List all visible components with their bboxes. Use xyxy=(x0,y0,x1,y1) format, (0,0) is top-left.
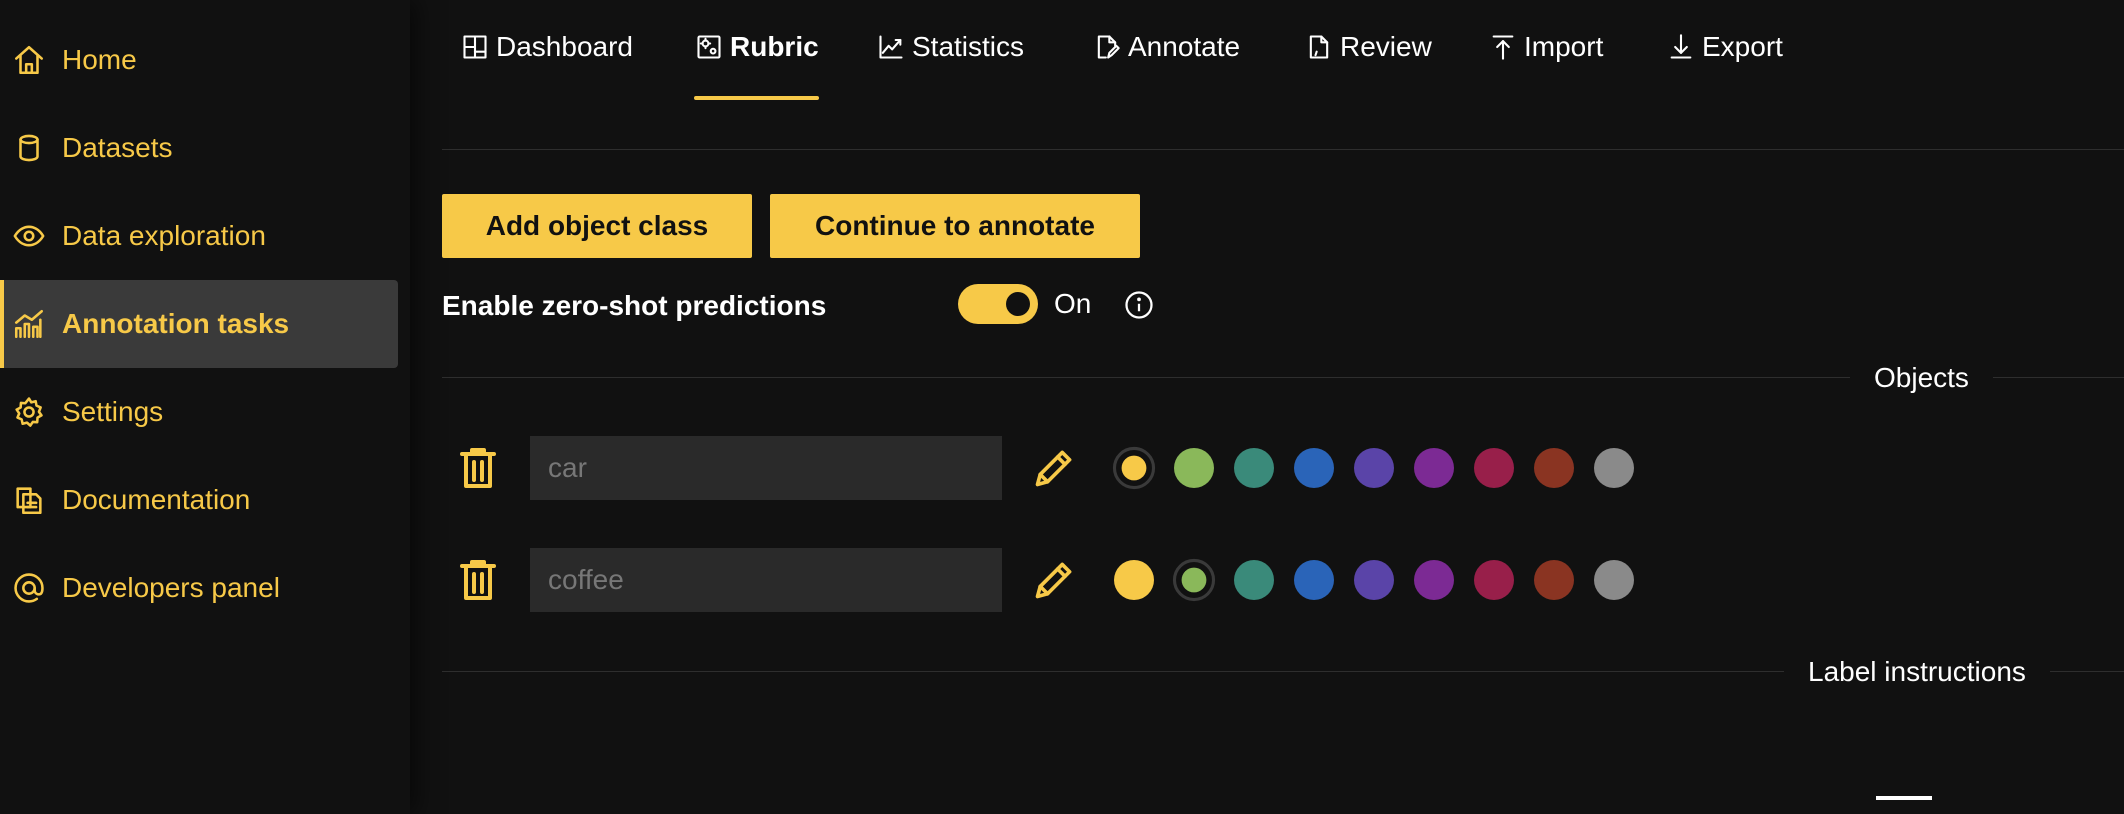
color-swatch[interactable] xyxy=(1354,560,1394,600)
color-swatch[interactable] xyxy=(1114,560,1154,600)
color-swatch[interactable] xyxy=(1112,446,1156,490)
color-swatch[interactable] xyxy=(1414,448,1454,488)
trash-icon[interactable] xyxy=(458,558,498,602)
sidebar: Home Datasets Data exploration Annotatio… xyxy=(0,0,410,814)
object-row xyxy=(410,548,2124,612)
sidebar-item-annotation-tasks[interactable]: Annotation tasks xyxy=(0,280,398,368)
objects-section-title: Objects xyxy=(1850,360,1993,396)
color-swatch[interactable] xyxy=(1594,448,1634,488)
app-root: Home Datasets Data exploration Annotatio… xyxy=(0,0,2124,814)
color-swatch[interactable] xyxy=(1172,558,1216,602)
label-instructions-section-title: Label instructions xyxy=(1784,654,2050,690)
trash-icon[interactable] xyxy=(458,446,498,490)
color-swatch[interactable] xyxy=(1174,448,1214,488)
pencil-icon[interactable] xyxy=(1032,558,1076,602)
object-name-input[interactable] xyxy=(530,548,1002,612)
sidebar-item-label: Documentation xyxy=(62,484,251,515)
sidebar-item-settings[interactable]: Settings xyxy=(0,368,398,456)
scroll-indicator xyxy=(1876,796,1932,800)
sidebar-item-home[interactable]: Home xyxy=(0,16,398,104)
tab-dashboard[interactable]: Dashboard xyxy=(460,30,633,100)
zero-shot-state: On xyxy=(1054,288,1092,319)
tab-export[interactable]: Export xyxy=(1666,30,1783,100)
rubric-icon xyxy=(694,30,724,64)
sidebar-item-documentation[interactable]: Documentation xyxy=(0,456,398,544)
color-swatch[interactable] xyxy=(1414,560,1454,600)
tab-bar: Dashboard Rubric Statistics Annotate Rev… xyxy=(410,0,2124,110)
sidebar-item-data-exploration[interactable]: Data exploration xyxy=(0,192,398,280)
color-swatch[interactable] xyxy=(1234,560,1274,600)
at-icon xyxy=(12,571,46,605)
sidebar-item-label: Home xyxy=(62,44,137,75)
sidebar-item-developers-panel[interactable]: Developers panel xyxy=(0,544,398,632)
color-swatch[interactable] xyxy=(1474,560,1514,600)
tab-import[interactable]: Import xyxy=(1488,30,1603,100)
color-swatch[interactable] xyxy=(1234,448,1274,488)
color-swatch[interactable] xyxy=(1474,448,1514,488)
continue-to-annotate-button[interactable]: Continue to annotate xyxy=(770,194,1140,258)
color-swatch[interactable] xyxy=(1534,448,1574,488)
info-icon[interactable] xyxy=(1124,290,1154,320)
documents-icon xyxy=(12,483,46,517)
tab-annotate[interactable]: Annotate xyxy=(1092,30,1240,100)
object-row xyxy=(410,436,2124,500)
sidebar-item-datasets[interactable]: Datasets xyxy=(0,104,398,192)
main-content: Dashboard Rubric Statistics Annotate Rev… xyxy=(410,0,2124,814)
color-swatch[interactable] xyxy=(1534,560,1574,600)
toggle-knob xyxy=(1006,292,1030,316)
gear-icon xyxy=(12,395,46,429)
sidebar-item-label: Annotation tasks xyxy=(62,308,290,339)
sidebar-item-label: Developers panel xyxy=(62,572,280,603)
download-icon xyxy=(1666,30,1696,64)
upload-icon xyxy=(1488,30,1518,64)
tab-rubric[interactable]: Rubric xyxy=(694,30,819,100)
color-swatch[interactable] xyxy=(1594,560,1634,600)
zero-shot-label: Enable zero-shot predictions xyxy=(442,290,827,321)
annotate-icon xyxy=(1092,30,1122,64)
sidebar-item-label: Settings xyxy=(62,396,164,427)
sidebar-item-label: Data exploration xyxy=(62,220,266,251)
tab-statistics[interactable]: Statistics xyxy=(876,30,1024,100)
home-icon xyxy=(12,43,46,77)
header-divider xyxy=(442,149,2124,150)
eye-icon xyxy=(12,219,46,253)
add-object-class-button[interactable]: Add object class xyxy=(442,194,752,258)
color-swatch[interactable] xyxy=(1294,560,1334,600)
pencil-icon[interactable] xyxy=(1032,446,1076,490)
dashboard-icon xyxy=(460,30,490,64)
tab-review[interactable]: Review xyxy=(1304,30,1432,100)
color-swatch[interactable] xyxy=(1294,448,1334,488)
line-chart-icon xyxy=(876,30,906,64)
zero-shot-toggle[interactable] xyxy=(958,284,1038,324)
color-swatch[interactable] xyxy=(1354,448,1394,488)
review-icon xyxy=(1304,30,1334,64)
database-icon xyxy=(12,131,46,165)
chart-icon xyxy=(12,307,46,341)
sidebar-item-label: Datasets xyxy=(62,132,173,163)
object-name-input[interactable] xyxy=(530,436,1002,500)
